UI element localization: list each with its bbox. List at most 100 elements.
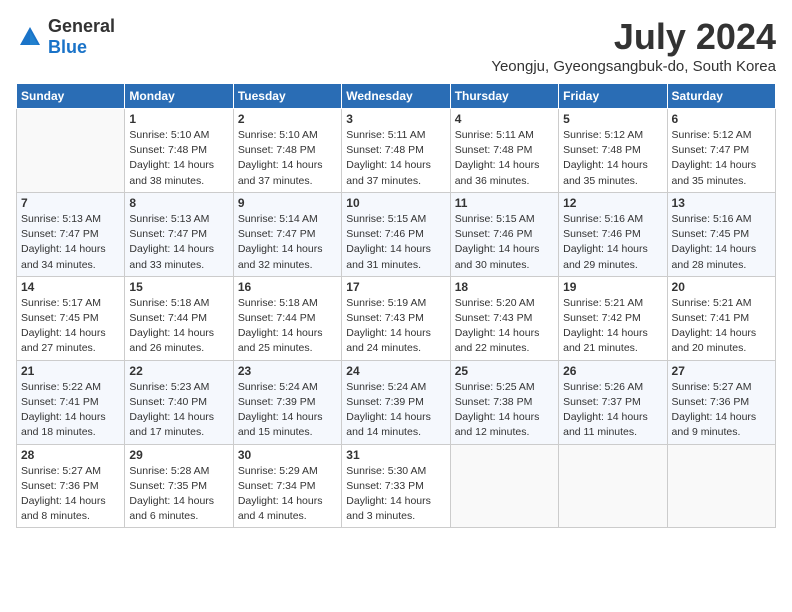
day-number: 31 <box>346 448 445 462</box>
weekday-header-friday: Friday <box>559 84 667 109</box>
weekday-header-thursday: Thursday <box>450 84 558 109</box>
day-number: 9 <box>238 196 337 210</box>
calendar-cell: 8 Sunrise: 5:13 AM Sunset: 7:47 PM Daylig… <box>125 192 233 276</box>
logo: General Blue <box>16 16 115 58</box>
day-info: Sunrise: 5:16 AM Sunset: 7:45 PM Dayligh… <box>672 212 771 273</box>
day-info: Sunrise: 5:13 AM Sunset: 7:47 PM Dayligh… <box>129 212 228 273</box>
day-info: Sunrise: 5:28 AM Sunset: 7:35 PM Dayligh… <box>129 464 228 525</box>
week-row-1: 1 Sunrise: 5:10 AM Sunset: 7:48 PM Daylig… <box>17 109 776 193</box>
calendar-cell <box>667 444 775 528</box>
calendar-cell: 12 Sunrise: 5:16 AM Sunset: 7:46 PM Dayli… <box>559 192 667 276</box>
calendar-subtitle: Yeongju, Gyeongsangbuk-do, South Korea <box>491 58 776 75</box>
logo-general: General <box>48 16 115 36</box>
day-number: 26 <box>563 364 662 378</box>
day-info: Sunrise: 5:12 AM Sunset: 7:48 PM Dayligh… <box>563 128 662 189</box>
day-info: Sunrise: 5:22 AM Sunset: 7:41 PM Dayligh… <box>21 380 120 441</box>
calendar-cell: 6Sunrise: 5:12 AM Sunset: 7:47 PM Daylig… <box>667 109 775 193</box>
day-info: Sunrise: 5:27 AM Sunset: 7:36 PM Dayligh… <box>21 464 120 525</box>
week-row-2: 7Sunrise: 5:13 AM Sunset: 7:47 PM Daylig… <box>17 192 776 276</box>
day-number: 6 <box>672 112 771 126</box>
day-info: Sunrise: 5:15 AM Sunset: 7:46 PM Dayligh… <box>455 212 554 273</box>
calendar-cell: 16 Sunrise: 5:18 AM Sunset: 7:44 PM Dayli… <box>233 276 341 360</box>
day-number: 2 <box>238 112 337 126</box>
logo-icon <box>16 23 44 51</box>
day-info: Sunrise: 5:26 AM Sunset: 7:37 PM Dayligh… <box>563 380 662 441</box>
day-info: Sunrise: 5:16 AM Sunset: 7:46 PM Dayligh… <box>563 212 662 273</box>
calendar-cell: 24 Sunrise: 5:24 AM Sunset: 7:39 PM Dayli… <box>342 360 450 444</box>
day-info: Sunrise: 5:10 AM Sunset: 7:48 PM Dayligh… <box>129 128 228 189</box>
weekday-header-monday: Monday <box>125 84 233 109</box>
calendar-cell: 23Sunrise: 5:24 AM Sunset: 7:39 PM Dayli… <box>233 360 341 444</box>
day-info: Sunrise: 5:18 AM Sunset: 7:44 PM Dayligh… <box>238 296 337 357</box>
day-number: 16 <box>238 280 337 294</box>
day-number: 12 <box>563 196 662 210</box>
day-info: Sunrise: 5:25 AM Sunset: 7:38 PM Dayligh… <box>455 380 554 441</box>
day-number: 4 <box>455 112 554 126</box>
calendar-title: July 2024 <box>491 16 776 58</box>
day-number: 25 <box>455 364 554 378</box>
calendar-cell: 20 Sunrise: 5:21 AM Sunset: 7:41 PM Dayli… <box>667 276 775 360</box>
calendar-cell: 21Sunrise: 5:22 AM Sunset: 7:41 PM Dayli… <box>17 360 125 444</box>
day-info: Sunrise: 5:13 AM Sunset: 7:47 PM Dayligh… <box>21 212 120 273</box>
calendar-cell: 25 Sunrise: 5:25 AM Sunset: 7:38 PM Dayli… <box>450 360 558 444</box>
day-info: Sunrise: 5:27 AM Sunset: 7:36 PM Dayligh… <box>672 380 771 441</box>
day-number: 5 <box>563 112 662 126</box>
calendar-cell: 1 Sunrise: 5:10 AM Sunset: 7:48 PM Daylig… <box>125 109 233 193</box>
day-info: Sunrise: 5:11 AM Sunset: 7:48 PM Dayligh… <box>346 128 445 189</box>
day-info: Sunrise: 5:14 AM Sunset: 7:47 PM Dayligh… <box>238 212 337 273</box>
page-header: General Blue July 2024 Yeongju, Gyeongsa… <box>16 16 776 75</box>
day-number: 1 <box>129 112 228 126</box>
day-info: Sunrise: 5:18 AM Sunset: 7:44 PM Dayligh… <box>129 296 228 357</box>
calendar-cell: 30 Sunrise: 5:29 AM Sunset: 7:34 PM Dayli… <box>233 444 341 528</box>
day-info: Sunrise: 5:21 AM Sunset: 7:41 PM Dayligh… <box>672 296 771 357</box>
day-info: Sunrise: 5:15 AM Sunset: 7:46 PM Dayligh… <box>346 212 445 273</box>
calendar-cell <box>559 444 667 528</box>
day-info: Sunrise: 5:17 AM Sunset: 7:45 PM Dayligh… <box>21 296 120 357</box>
weekday-header-row: SundayMondayTuesdayWednesdayThursdayFrid… <box>17 84 776 109</box>
day-info: Sunrise: 5:24 AM Sunset: 7:39 PM Dayligh… <box>346 380 445 441</box>
calendar-cell: 29 Sunrise: 5:28 AM Sunset: 7:35 PM Dayli… <box>125 444 233 528</box>
week-row-4: 21Sunrise: 5:22 AM Sunset: 7:41 PM Dayli… <box>17 360 776 444</box>
calendar-cell: 18 Sunrise: 5:20 AM Sunset: 7:43 PM Dayli… <box>450 276 558 360</box>
calendar-cell: 19Sunrise: 5:21 AM Sunset: 7:42 PM Dayli… <box>559 276 667 360</box>
day-number: 20 <box>672 280 771 294</box>
logo-blue: Blue <box>48 37 87 57</box>
calendar-cell: 10Sunrise: 5:15 AM Sunset: 7:46 PM Dayli… <box>342 192 450 276</box>
calendar-cell: 4 Sunrise: 5:11 AM Sunset: 7:48 PM Daylig… <box>450 109 558 193</box>
day-number: 28 <box>21 448 120 462</box>
calendar-cell: 11 Sunrise: 5:15 AM Sunset: 7:46 PM Dayli… <box>450 192 558 276</box>
week-row-3: 14 Sunrise: 5:17 AM Sunset: 7:45 PM Dayli… <box>17 276 776 360</box>
weekday-header-tuesday: Tuesday <box>233 84 341 109</box>
day-number: 17 <box>346 280 445 294</box>
day-number: 30 <box>238 448 337 462</box>
day-number: 18 <box>455 280 554 294</box>
title-block: July 2024 Yeongju, Gyeongsangbuk-do, Sou… <box>491 16 776 75</box>
day-number: 14 <box>21 280 120 294</box>
weekday-header-wednesday: Wednesday <box>342 84 450 109</box>
calendar-cell: 22Sunrise: 5:23 AM Sunset: 7:40 PM Dayli… <box>125 360 233 444</box>
week-row-5: 28 Sunrise: 5:27 AM Sunset: 7:36 PM Dayli… <box>17 444 776 528</box>
day-number: 29 <box>129 448 228 462</box>
day-info: Sunrise: 5:11 AM Sunset: 7:48 PM Dayligh… <box>455 128 554 189</box>
day-number: 24 <box>346 364 445 378</box>
day-number: 8 <box>129 196 228 210</box>
calendar-cell <box>17 109 125 193</box>
day-info: Sunrise: 5:20 AM Sunset: 7:43 PM Dayligh… <box>455 296 554 357</box>
day-info: Sunrise: 5:24 AM Sunset: 7:39 PM Dayligh… <box>238 380 337 441</box>
calendar-cell: 17Sunrise: 5:19 AM Sunset: 7:43 PM Dayli… <box>342 276 450 360</box>
calendar-cell <box>450 444 558 528</box>
day-info: Sunrise: 5:29 AM Sunset: 7:34 PM Dayligh… <box>238 464 337 525</box>
day-number: 13 <box>672 196 771 210</box>
day-number: 11 <box>455 196 554 210</box>
day-number: 15 <box>129 280 228 294</box>
calendar-cell: 7Sunrise: 5:13 AM Sunset: 7:47 PM Daylig… <box>17 192 125 276</box>
day-number: 3 <box>346 112 445 126</box>
day-info: Sunrise: 5:30 AM Sunset: 7:33 PM Dayligh… <box>346 464 445 525</box>
calendar-cell: 15 Sunrise: 5:18 AM Sunset: 7:44 PM Dayli… <box>125 276 233 360</box>
weekday-header-saturday: Saturday <box>667 84 775 109</box>
calendar-cell: 28 Sunrise: 5:27 AM Sunset: 7:36 PM Dayli… <box>17 444 125 528</box>
day-info: Sunrise: 5:10 AM Sunset: 7:48 PM Dayligh… <box>238 128 337 189</box>
day-number: 22 <box>129 364 228 378</box>
calendar-cell: 3 Sunrise: 5:11 AM Sunset: 7:48 PM Daylig… <box>342 109 450 193</box>
day-info: Sunrise: 5:21 AM Sunset: 7:42 PM Dayligh… <box>563 296 662 357</box>
